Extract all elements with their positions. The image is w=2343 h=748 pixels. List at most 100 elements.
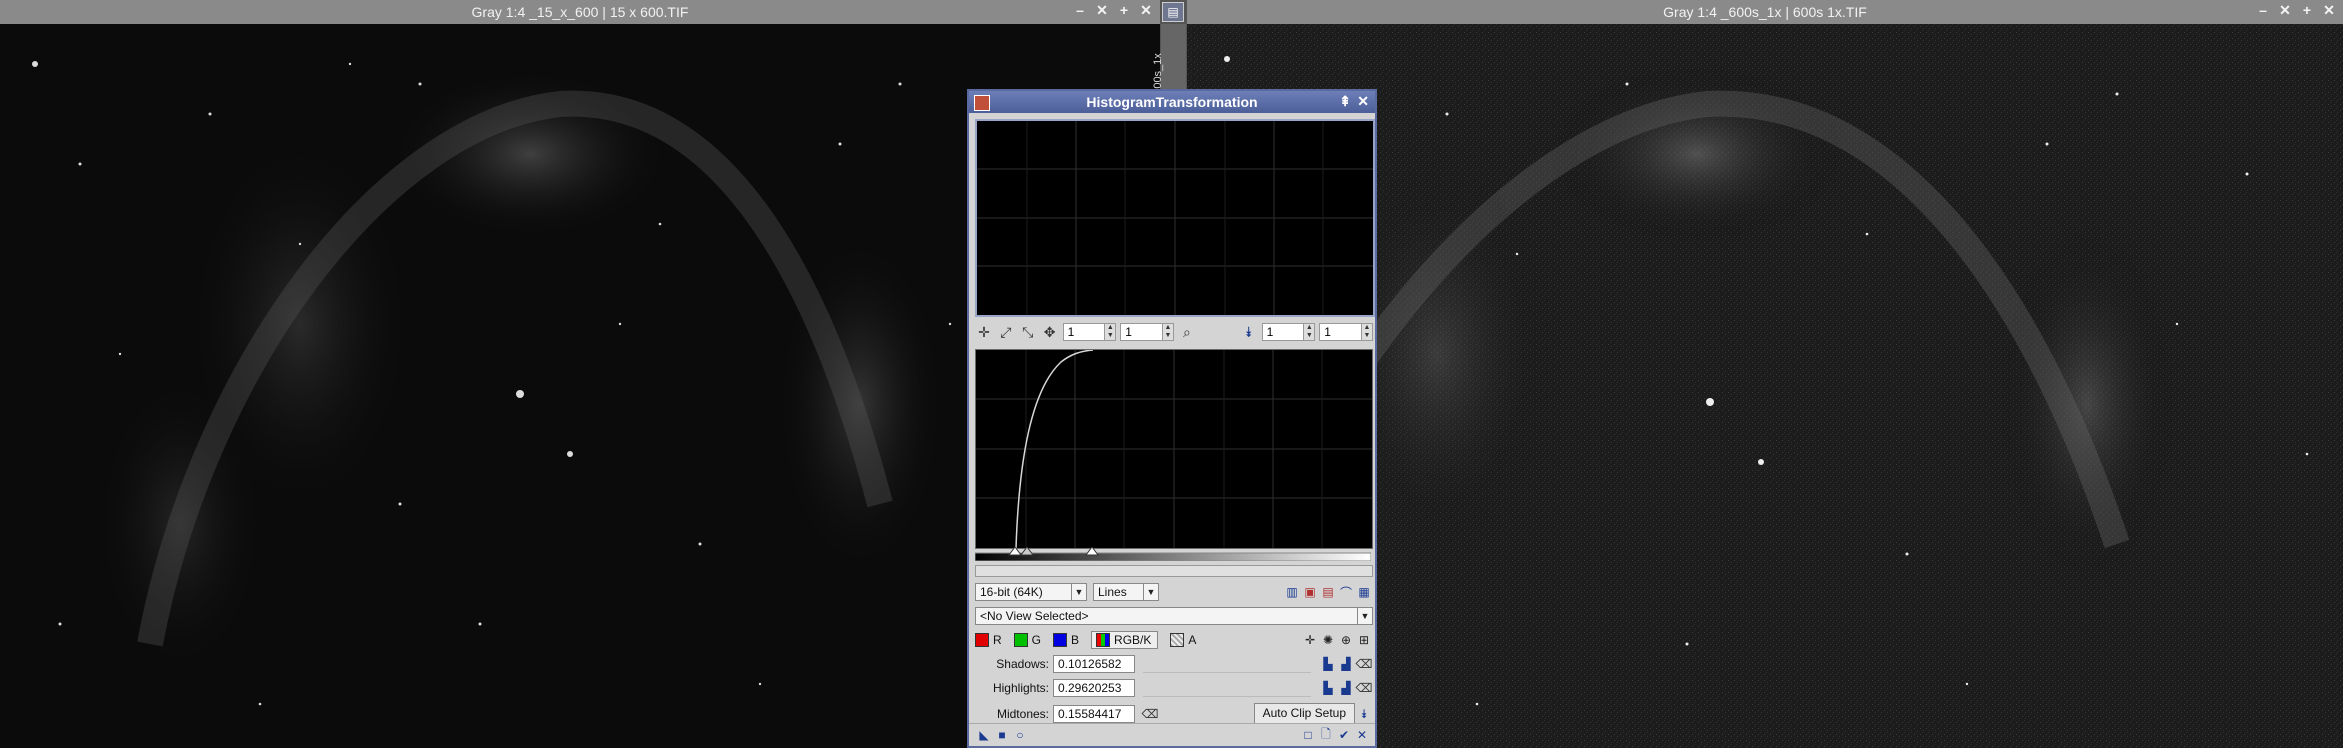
shadows-field[interactable]: 0.10126582 [1053,655,1135,673]
close-icon[interactable]: ✕ [1357,93,1369,110]
auto-shadows-icon[interactable]: ▙ [1319,655,1337,673]
minimize-icon[interactable]: – [2257,2,2269,19]
channel-green[interactable]: G [1013,633,1041,647]
chevron-down-icon[interactable]: ⯯ [1355,705,1373,723]
midtones-row: Midtones: 0.15584417 ⌫ Auto Clip Setup ⯯ [975,703,1373,725]
highlights-label: Highlights: [992,681,1049,695]
output-vertical-zoom-input[interactable]: 1 ▲ ▼ [1319,323,1373,341]
horizontal-zoom-value: 1 [1067,325,1075,339]
output-histogram-plot[interactable] [975,119,1375,317]
show-channels-icon[interactable]: ▣ [1301,583,1319,601]
shadows-row: Shadows: 0.10126582 ▙ ▟ ⌫ [975,655,1373,673]
apply-icon[interactable]: ■ [993,726,1011,744]
highlights-slider[interactable] [1143,680,1311,697]
rgb-swatch-icon [1096,633,1111,647]
output-horizontal-zoom-input[interactable]: 1 ▲ ▼ [1261,323,1316,341]
shadows-label: Shadows: [996,657,1049,671]
pan-icon[interactable]: ✥ [1041,323,1059,341]
channel-alpha[interactable]: A [1170,633,1196,647]
new-instance-icon[interactable]: ◣ [975,726,993,744]
zoom-reset-icon[interactable]: ⤡ [1019,323,1037,341]
dialog-bottom-bar: ◣ ■ ○ □ 🗋 ✔ ✕ [969,723,1375,746]
graph-style-select[interactable]: Lines ▼ [1093,583,1159,601]
shadows-clip-icon[interactable]: ▟ [1337,655,1355,673]
show-histogram-icon[interactable]: ▤ [1319,583,1337,601]
real-time-preview-icon[interactable]: □ [1299,726,1317,744]
channel-row: R G B RGB/K A ✛ ✺ ⊕ ⊞ [975,631,1373,649]
zoom-fit-icon[interactable]: ⤢ [997,323,1015,341]
resolution-value: 16-bit (64K) [980,585,1043,599]
gear-icon[interactable]: ✺ [1319,631,1337,649]
alpha-swatch-icon [1170,633,1185,647]
horizontal-zoom-input[interactable]: 1 ▲ ▼ [1062,323,1117,341]
minimize-icon[interactable]: – [1074,2,1086,19]
magnifier-icon[interactable]: ⌕ [1178,323,1196,341]
chevron-down-icon[interactable]: ▼ [1357,608,1372,624]
midtones-label: Midtones: [996,707,1049,721]
reset-shadows-icon[interactable]: ⌫ [1355,655,1373,673]
browse-documentation-icon[interactable]: 🗋 [1317,726,1335,744]
clipping-slider-track[interactable] [974,546,1372,562]
output-vertical-zoom-value: 1 [1324,325,1331,339]
reset-crosshair-icon[interactable]: ⊞ [1355,631,1373,649]
channel-alpha-label: A [1188,633,1197,647]
reset-midtones-icon[interactable]: ⌫ [1141,705,1159,723]
blue-swatch-icon [1053,633,1068,647]
midtones-field[interactable]: 0.15584417 [1053,705,1135,723]
maximize-icon[interactable]: + [1118,2,1130,19]
shadows-slider[interactable] [1143,656,1311,673]
shade-icon[interactable]: ✕ [1096,2,1108,19]
channel-rgbk[interactable]: RGB/K [1091,631,1159,649]
crosshair-icon[interactable]: ✛ [1301,631,1319,649]
channel-red[interactable]: R [975,633,1002,647]
reset-icon[interactable]: ✕ [1353,726,1371,744]
reject-clip-icon[interactable]: ▥ [1283,583,1301,601]
window-icon[interactable]: ▤ [1162,2,1184,22]
view-select[interactable]: <No View Selected> ▼ [975,607,1373,625]
left-window-titlebar[interactable]: Gray 1:4 _15_x_600 | 15 x 600.TIF – ✕ + … [0,0,1160,24]
spin-arrows-icon[interactable]: ▲ ▼ [1162,324,1173,340]
view-selector-row: <No View Selected> ▼ [975,607,1373,625]
channel-rgbk-label: RGB/K [1114,633,1152,647]
check-icon[interactable]: ✔ [1335,726,1353,744]
input-histogram-plot[interactable] [975,349,1373,549]
graph-style-value: Lines [1098,585,1127,599]
shadows-handle [1008,546,1022,556]
show-curve-icon[interactable]: ⌒ [1337,583,1355,601]
spin-arrows-icon[interactable]: ▲ ▼ [1104,324,1116,340]
auto-clip-setup-button[interactable]: Auto Clip Setup [1253,703,1355,725]
channel-blue[interactable]: B [1053,633,1079,647]
right-window-title: Gray 1:4 _600s_1x | 600s 1x.TIF [1663,4,1867,20]
highlights-row: Highlights: 0.29620253 ▙ ▟ ⌫ [975,679,1373,697]
show-grid-icon[interactable]: ▦ [1355,583,1373,601]
maximize-icon[interactable]: + [2301,2,2313,19]
close-icon[interactable]: ✕ [1140,2,1152,19]
apply-global-icon[interactable]: ○ [1011,726,1029,744]
vertical-zoom-value: 1 [1125,325,1132,339]
red-swatch-icon [975,633,989,647]
chevron-down-icon[interactable]: ⯯ [1240,323,1258,341]
reset-highlights-icon[interactable]: ⌫ [1355,679,1373,697]
auto-highlights-icon[interactable]: ▙ [1319,679,1337,697]
dialog-title: HistogramTransformation [1086,94,1258,110]
chevron-down-icon[interactable]: ▼ [1143,584,1158,600]
vertical-zoom-input[interactable]: 1 ▲ ▼ [1120,323,1174,341]
right-window-titlebar[interactable]: Gray 1:4 _600s_1x | 600s 1x.TIF – ✕ + ✕ [1187,0,2343,24]
histogram-transformation-dialog[interactable]: HistogramTransformation ⇞ ✕ ✛ ⤢ ⤡ ✥ 1 ▲ ▼ … [967,89,1377,748]
highlights-field[interactable]: 0.29620253 [1053,679,1135,697]
chevron-down-icon[interactable]: ▼ [1071,584,1086,600]
spin-arrows-icon[interactable]: ▲ ▼ [1361,324,1372,340]
shade-icon[interactable]: ⇞ [1339,93,1351,110]
dialog-titlebar[interactable]: HistogramTransformation ⇞ ✕ [969,91,1375,113]
highlights-clip-icon[interactable]: ▟ [1337,679,1355,697]
channel-blue-label: B [1071,633,1080,647]
histogram-options-row: 16-bit (64K) ▼ Lines ▼ ▥ ▣ ▤ ⌒ ▦ [975,583,1373,601]
spin-arrows-icon[interactable]: ▲ ▼ [1303,324,1315,340]
crosshair-icon[interactable]: ✛ [975,323,993,341]
histogram-toolbar: ✛ ⤢ ⤡ ✥ 1 ▲ ▼ 1 ▲ ▼ ⌕ ⯯ 1 ▲ ▼ 1 ▲ ▼ [975,321,1373,343]
shade-icon[interactable]: ✕ [2279,2,2291,19]
resolution-select[interactable]: 16-bit (64K) ▼ [975,583,1087,601]
target-icon[interactable]: ⊕ [1337,631,1355,649]
midtones-handle [1020,546,1034,556]
close-icon[interactable]: ✕ [2323,2,2335,19]
